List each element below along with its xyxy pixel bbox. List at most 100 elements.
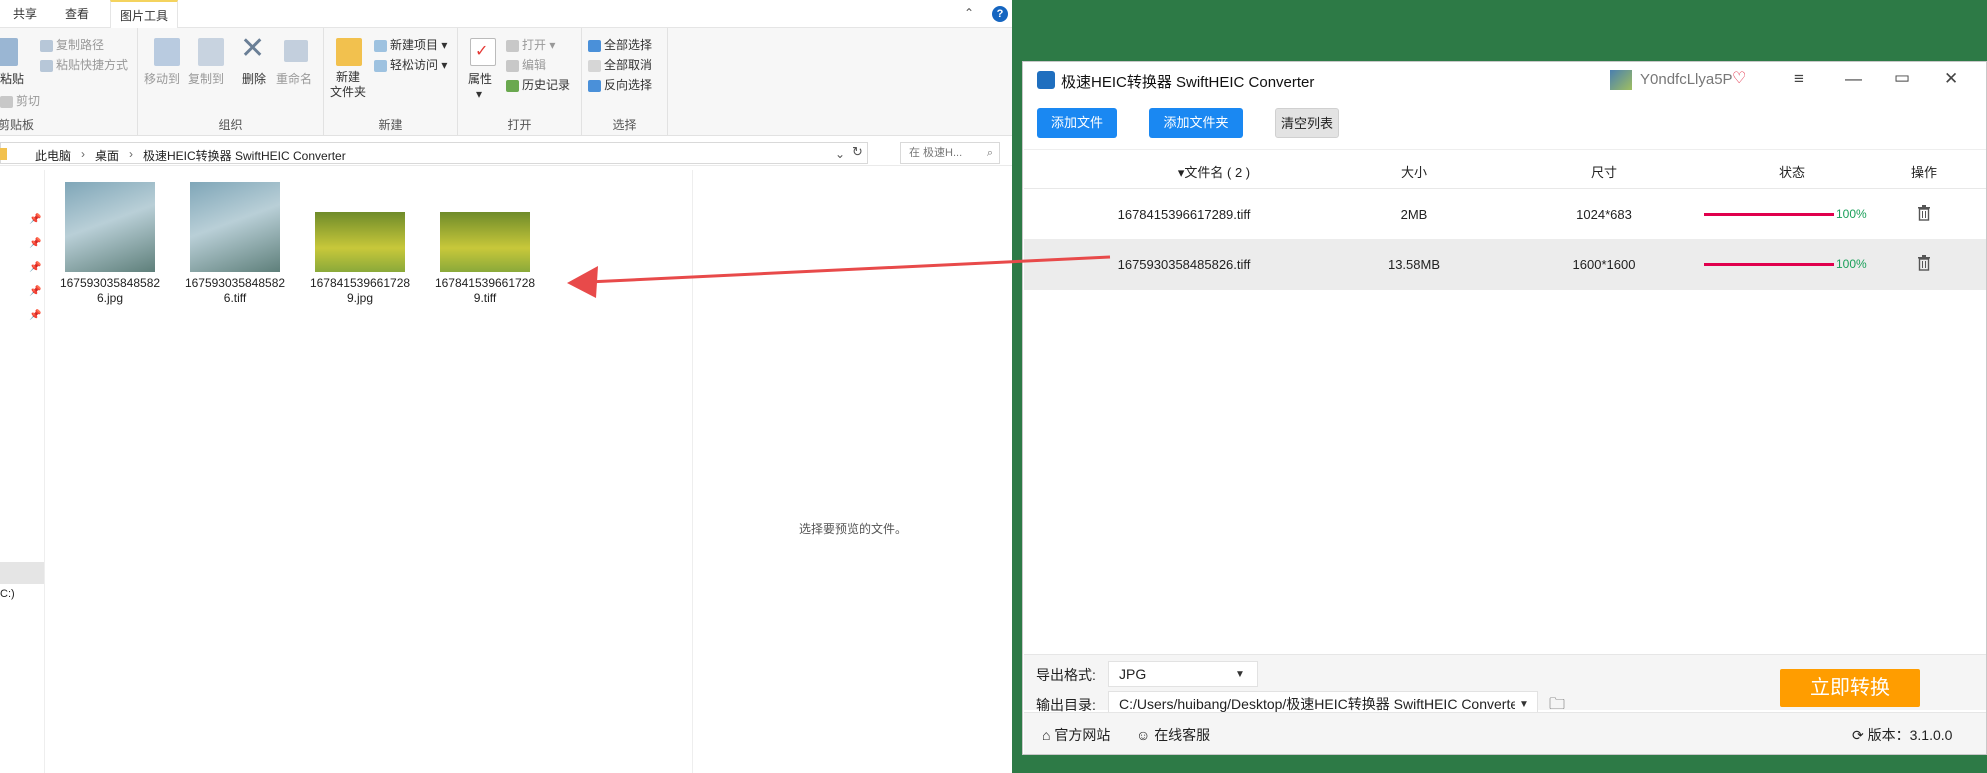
edit-button[interactable]: 编辑	[506, 56, 546, 73]
export-format-select[interactable]: JPG ▼	[1108, 661, 1258, 687]
add-folder-button[interactable]: 添加文件夹	[1149, 108, 1243, 138]
ribbon-collapse-icon[interactable]: ⌃	[964, 6, 974, 20]
file-thumbnail	[65, 182, 155, 272]
paste-icon	[0, 38, 18, 66]
ribbon-group-new: 新建 文件夹 新建项目 ▾ 轻松访问 ▾ 新建	[324, 28, 458, 136]
address-bar[interactable]: 此电脑 › 桌面 › 极速HEIC转换器 SwiftHEIC Converter…	[0, 142, 868, 164]
rename-button[interactable]: 重命名	[276, 70, 312, 87]
copy-to-icon	[198, 38, 224, 66]
search-input[interactable]: 在 极速H... ⌕	[900, 142, 1000, 164]
pin-icon[interactable]: 📌	[29, 286, 41, 297]
cut-button[interactable]: 剪切	[0, 92, 40, 109]
file-item[interactable]: 1675930358485826.jpg	[55, 182, 165, 306]
copy-path-icon	[40, 39, 53, 52]
trash-icon[interactable]	[1917, 255, 1931, 271]
menu-icon[interactable]: ≡	[1794, 69, 1804, 89]
file-thumbnail	[440, 212, 530, 272]
file-name: 1675930358485826.jpg	[59, 276, 161, 305]
breadcrumb-this-pc[interactable]: 此电脑	[35, 147, 71, 164]
navigation-pane: 📌 📌 📌 📌 📌 C:)	[0, 170, 45, 773]
trash-icon[interactable]	[1917, 205, 1931, 221]
chevron-down-icon: ▼	[1235, 669, 1245, 680]
username[interactable]: Y0ndfcLlya5P	[1640, 71, 1733, 88]
invert-selection-button[interactable]: 反向选择	[588, 76, 652, 93]
delete-button[interactable]: 删除	[242, 70, 266, 87]
refresh-icon[interactable]: ⟳	[1852, 727, 1864, 743]
new-item-icon	[374, 39, 387, 52]
breadcrumb-separator-icon: ›	[129, 147, 133, 161]
new-folder-icon	[336, 38, 362, 66]
progress-percent: 100%	[1836, 207, 1867, 221]
settings-bar: 导出格式: JPG ▼ 输出目录: C:/Users/huibang/Deskto…	[1024, 654, 1986, 717]
version-info: ⟳ 版本：3.1.0.0	[1852, 727, 1953, 743]
tab-share[interactable]: 共享	[10, 0, 40, 28]
move-to-icon	[154, 38, 180, 66]
column-dimensions: 尺寸	[1590, 165, 1617, 180]
tab-view[interactable]: 查看	[62, 0, 92, 28]
vip-heart-icon[interactable]: ♡	[1732, 68, 1746, 88]
paste-button[interactable]: 粘贴	[0, 70, 24, 87]
scissors-icon	[0, 95, 13, 108]
address-bar-row: 此电脑 › 桌面 › 极速HEIC转换器 SwiftHEIC Converter…	[0, 140, 1012, 166]
convert-now-button[interactable]: 立即转换	[1780, 669, 1920, 707]
clear-list-button[interactable]: 清空列表	[1275, 108, 1339, 138]
file-thumbnail	[190, 182, 280, 272]
maximize-icon[interactable]: ▭	[1894, 68, 1910, 88]
history-button[interactable]: 历史记录	[506, 76, 570, 93]
progress-bar	[1704, 213, 1834, 216]
table-row[interactable]: 1678415396617289.tiff 2MB 1024*683 100%	[1024, 190, 1986, 240]
pin-icon[interactable]: 📌	[29, 238, 41, 249]
copy-path-button[interactable]: 复制路径	[40, 36, 104, 53]
nav-item-drive-c[interactable]: C:)	[0, 588, 15, 600]
row-size: 13.58MB	[1387, 257, 1441, 272]
edit-icon	[506, 59, 519, 72]
add-file-button[interactable]: 添加文件	[1037, 108, 1117, 138]
file-item[interactable]: 1678415396617289.tiff	[430, 182, 540, 306]
table-row[interactable]: 1675930358485826.tiff 13.58MB 1600*1600 …	[1024, 240, 1986, 290]
copy-to-button[interactable]: 复制到	[188, 70, 224, 87]
ribbon: 粘贴 复制路径 粘贴快捷方式 剪切 剪贴板 移动到 复制到 ✕ 删除 重命名 组…	[0, 28, 1012, 136]
official-site-link[interactable]: ⌂ 官方网站	[1042, 725, 1110, 745]
pin-icon[interactable]: 📌	[29, 262, 41, 273]
history-icon	[506, 79, 519, 92]
app-logo-icon	[1037, 71, 1055, 89]
file-item[interactable]: 1678415396617289.jpg	[305, 182, 415, 306]
help-icon[interactable]: ?	[992, 6, 1008, 22]
refresh-icon[interactable]: ↻	[852, 144, 863, 160]
pin-icon[interactable]: 📌	[29, 214, 41, 225]
file-explorer-window: 共享 查看 图片工具 ⌃ ? 粘贴 复制路径 粘贴快捷方式 剪切 剪贴板 移动到…	[0, 0, 1012, 773]
nav-item-selected[interactable]	[0, 562, 44, 584]
select-none-button[interactable]: 全部取消	[588, 56, 652, 73]
address-dropdown-icon[interactable]: ⌄	[835, 147, 845, 161]
file-item[interactable]: 1675930358485826.tiff	[180, 182, 290, 306]
minimize-icon[interactable]: —	[1845, 69, 1862, 89]
breadcrumb-current-folder[interactable]: 极速HEIC转换器 SwiftHEIC Converter	[143, 147, 346, 164]
select-none-icon	[588, 59, 601, 72]
avatar[interactable]	[1610, 70, 1632, 90]
select-all-button[interactable]: 全部选择	[588, 36, 652, 53]
status-bar: ⌂ 官方网站 ☺ 在线客服 ⟳ 版本：3.1.0.0	[1024, 712, 1986, 754]
new-item-button[interactable]: 新建项目 ▾	[374, 36, 447, 53]
open-icon	[506, 39, 519, 52]
paste-shortcut-button[interactable]: 粘贴快捷方式	[40, 56, 128, 73]
new-folder-button[interactable]: 新建 文件夹	[330, 70, 366, 100]
row-size: 2MB	[1400, 207, 1428, 222]
close-icon[interactable]: ✕	[1944, 69, 1958, 89]
search-icon: ⌕	[986, 147, 993, 159]
ribbon-group-label: 新建	[378, 118, 403, 132]
online-support-link[interactable]: ☺ 在线客服	[1136, 725, 1210, 745]
open-button[interactable]: 打开 ▾	[506, 36, 555, 53]
column-filename[interactable]: ▾文件名 ( 2 )	[1114, 162, 1314, 181]
easy-access-button[interactable]: 轻松访问 ▾	[374, 56, 447, 73]
breadcrumb-separator-icon: ›	[81, 147, 85, 161]
file-name: 1678415396617289.tiff	[434, 276, 536, 305]
breadcrumb-desktop[interactable]: 桌面	[95, 147, 119, 164]
move-to-button[interactable]: 移动到	[144, 70, 180, 87]
preview-pane: 选择要预览的文件。	[692, 170, 1012, 773]
pin-icon[interactable]: 📌	[29, 310, 41, 321]
ribbon-group-label: 组织	[218, 118, 243, 132]
home-icon: ⌂	[1042, 727, 1051, 743]
properties-button[interactable]: 属性 ▾	[468, 70, 492, 101]
tab-picture-tools[interactable]: 图片工具	[110, 0, 178, 28]
ribbon-group-organize: 移动到 复制到 ✕ 删除 重命名 组织	[138, 28, 324, 136]
